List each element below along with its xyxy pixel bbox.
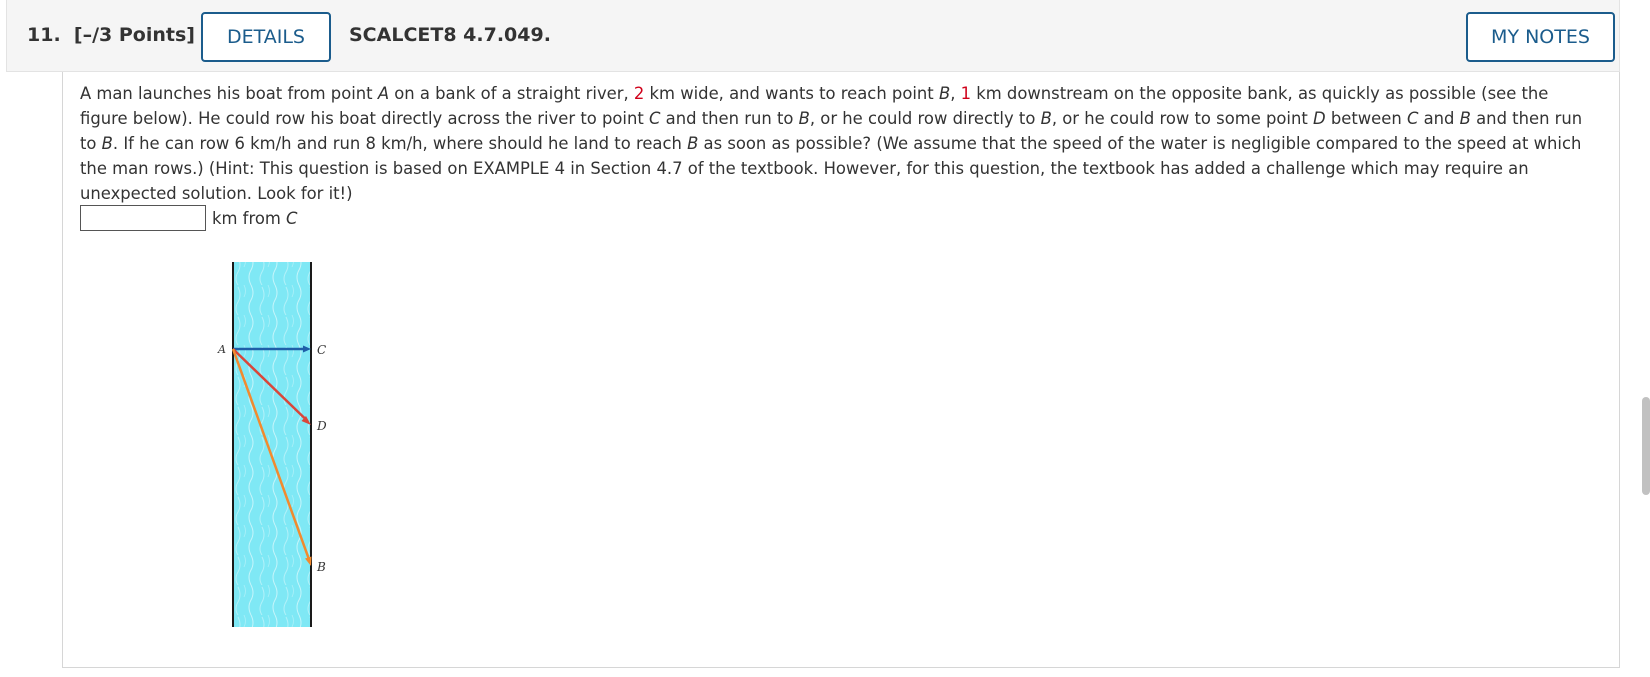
point-b-label: B bbox=[938, 84, 951, 103]
point-c-label: C bbox=[649, 109, 661, 128]
figure-label-d: D bbox=[316, 419, 327, 433]
figure-label-a: A bbox=[217, 343, 226, 356]
river-figure: A C D B bbox=[217, 262, 327, 627]
question-points: [–/3 Points] bbox=[73, 24, 195, 46]
downstream-distance-value: 1 bbox=[960, 84, 972, 103]
point-b-label: B bbox=[1040, 109, 1052, 128]
details-button[interactable]: DETAILS bbox=[201, 12, 331, 62]
figure-label-c: C bbox=[317, 343, 326, 357]
question-text: A man launches his boat from point A on … bbox=[80, 84, 1583, 203]
my-notes-button[interactable]: MY NOTES bbox=[1466, 12, 1615, 62]
point-d-label: D bbox=[1313, 109, 1326, 128]
point-b-label: B bbox=[101, 134, 113, 153]
answer-row: km from C bbox=[80, 205, 297, 231]
point-b-label: B bbox=[1459, 109, 1471, 128]
point-a-label: A bbox=[377, 84, 390, 103]
figure-label-b: B bbox=[316, 560, 326, 574]
point-b-label: B bbox=[798, 109, 810, 128]
page-scrollbar-thumb[interactable] bbox=[1642, 397, 1650, 495]
problem-code: SCALCET8 4.7.049. bbox=[349, 24, 551, 46]
answer-unit: km from C bbox=[212, 208, 298, 228]
question-title: 11. [–/3 Points] bbox=[27, 24, 195, 46]
question-header: 11. [–/3 Points] DETAILS SCALCET8 4.7.04… bbox=[6, 0, 1620, 72]
point-c-label: C bbox=[1406, 109, 1419, 128]
point-b-label: B bbox=[687, 134, 699, 153]
river-width-value: 2 bbox=[633, 84, 645, 103]
river-water-texture bbox=[232, 262, 312, 627]
answer-input[interactable] bbox=[80, 205, 206, 231]
question-number: 11. bbox=[27, 24, 61, 46]
